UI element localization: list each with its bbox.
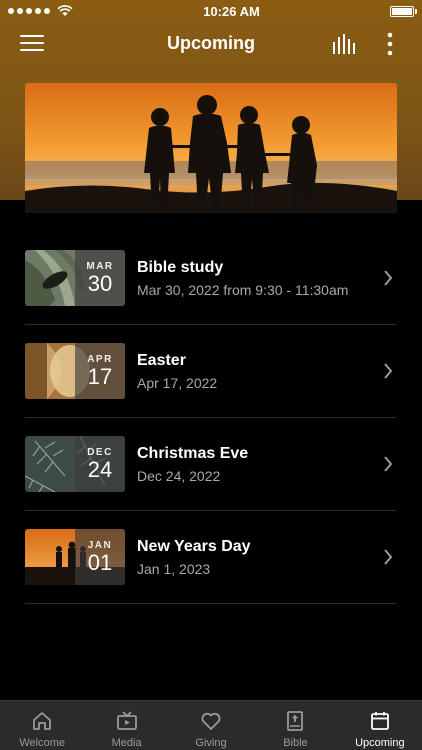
date-day: 24 [87,456,113,482]
heart-icon [201,712,221,730]
event-title: Bible study [137,258,224,276]
tab-upcoming[interactable]: Upcoming [338,701,422,750]
event-date: Dec 24, 2022 [137,467,221,484]
nav-bar: Upcoming [0,22,422,66]
calendar-icon [370,712,389,730]
menu-icon[interactable] [20,35,44,53]
chevron-right-icon [384,363,393,379]
chevron-right-icon [384,270,393,286]
tab-label: Welcome [19,737,66,749]
tab-welcome[interactable]: Welcome [0,701,84,750]
date-month: MAR [86,260,114,272]
date-day: 30 [87,270,113,296]
page-title: Upcoming [167,33,255,53]
event-thumbnail: MAR 30 [25,250,125,306]
event-title: New Years Day [137,537,251,555]
event-date: Mar 30, 2022 from 9:30 - 11:30am [137,281,349,298]
date-badge: JAN 01 [75,529,125,585]
list-item[interactable]: JAN 01 New Years Day Jan 1, 2023 [25,511,397,604]
status-time: 10:26 AM [203,3,260,19]
date-badge: DEC 24 [75,436,125,492]
event-thumbnail: DEC 24 [25,436,125,492]
chevron-right-icon [384,456,393,472]
tab-bible[interactable]: Bible [253,701,337,750]
event-date: Jan 1, 2023 [137,560,211,577]
status-bar: 10:26 AM [0,0,422,22]
date-badge: MAR 30 [75,250,125,306]
event-title: Christmas Eve [137,444,249,462]
date-day: 17 [87,363,113,389]
list-item[interactable]: DEC 24 Christmas Eve Dec 24, 2022 [25,418,397,511]
event-title: Easter [137,351,186,369]
bible-icon [287,711,304,731]
tab-label: Upcoming [355,737,405,749]
signal-icon [8,5,73,17]
event-thumbnail: JAN 01 [25,529,125,585]
date-month: DEC [87,446,113,458]
chevron-right-icon [384,549,393,565]
tab-media[interactable]: Media [84,701,168,750]
event-list: MAR 30 Bible study Mar 30, 2022 from 9:3… [25,232,397,604]
date-day: 01 [87,549,113,575]
tab-giving[interactable]: Giving [169,701,253,750]
wifi-icon [57,5,73,16]
date-badge: APR 17 [75,343,125,399]
tab-label: Media [111,737,142,749]
audio-icon[interactable] [332,34,358,54]
list-item[interactable]: MAR 30 Bible study Mar 30, 2022 from 9:3… [25,232,397,325]
more-icon[interactable] [384,31,396,57]
tab-label: Giving [195,737,227,749]
event-date: Apr 17, 2022 [137,374,218,391]
tab-bar: Welcome Media Giving Bible Upcoming [0,700,422,750]
event-thumbnail: APR 17 [25,343,125,399]
hero-image [25,83,397,213]
date-month: APR [87,353,113,365]
home-icon [33,712,52,730]
tab-label: Bible [283,737,308,749]
date-month: JAN [87,539,113,551]
tv-icon [116,711,137,730]
list-item[interactable]: APR 17 Easter Apr 17, 2022 [25,325,397,418]
battery-icon [389,5,417,17]
